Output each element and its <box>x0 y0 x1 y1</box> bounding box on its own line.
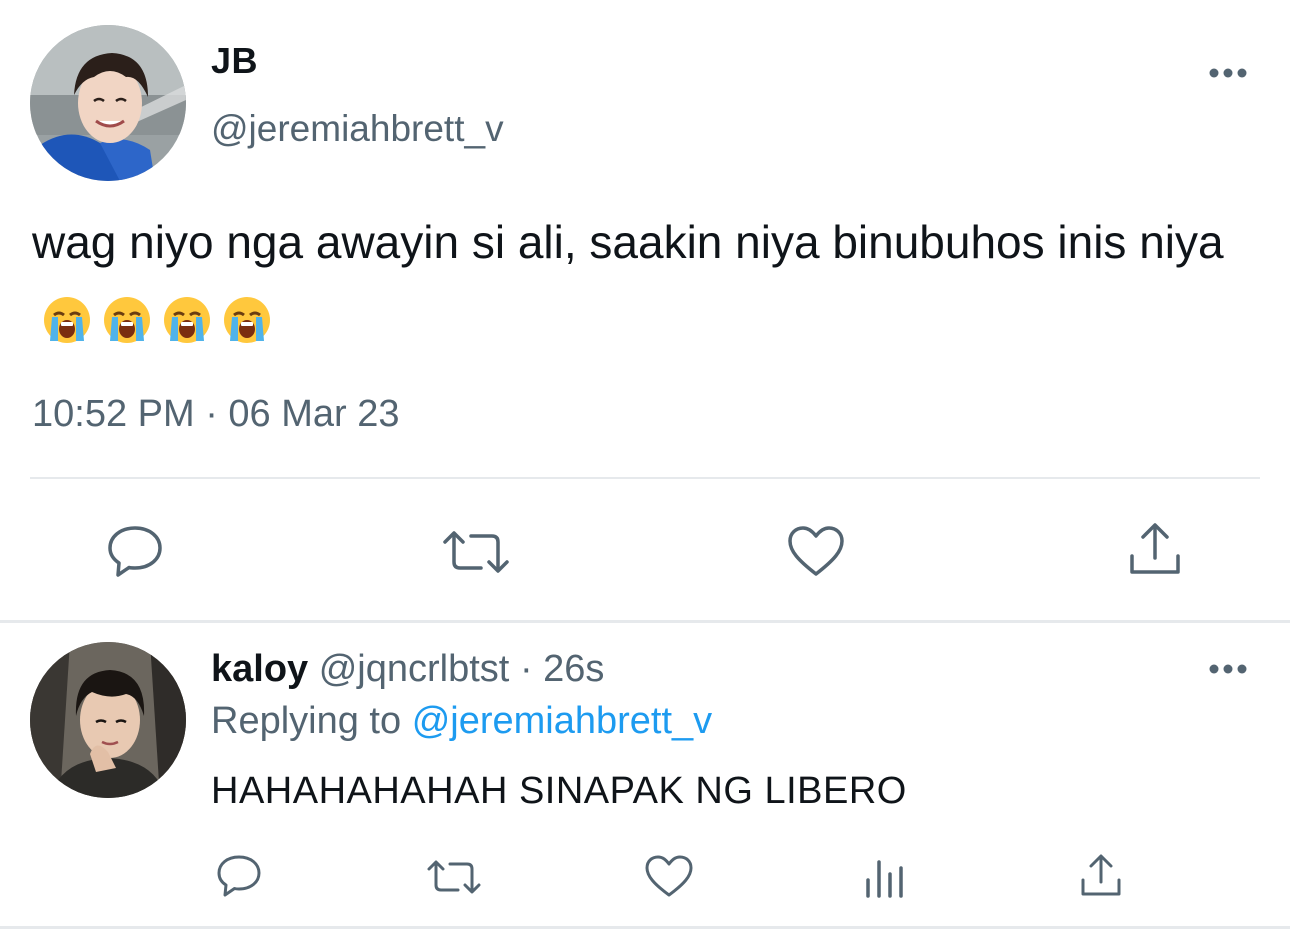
display-name[interactable]: JB <box>211 40 258 82</box>
share-icon[interactable] <box>1126 520 1184 578</box>
replying-to-label: Replying to <box>211 700 402 742</box>
tweet-text: wag niyo nga awayin si ali, saakin niya … <box>32 205 1277 357</box>
divider <box>0 620 1290 623</box>
avatar[interactable] <box>30 642 186 798</box>
display-name[interactable]: kaloy <box>211 648 308 690</box>
loudly-crying-face-emoji <box>104 296 150 343</box>
user-handle[interactable]: @jeremiahbrett_v <box>211 108 504 150</box>
reply-tweet[interactable]: kaloy @jqncrlbtst · 26s Replying to @jer… <box>0 624 1290 930</box>
reply-icon[interactable] <box>106 524 164 578</box>
user-handle[interactable]: @jqncrlbtst <box>319 648 510 690</box>
replying-to-handle-link[interactable]: @jeremiahbrett_v <box>412 700 712 742</box>
replying-to: Replying to @jeremiahbrett_v <box>211 700 712 743</box>
time-ago[interactable]: 26s <box>543 648 604 690</box>
like-icon[interactable] <box>644 854 694 898</box>
loudly-crying-face-emoji <box>164 296 210 343</box>
analytics-icon[interactable] <box>864 858 906 898</box>
loudly-crying-face-emoji <box>224 296 270 343</box>
more-options-icon[interactable] <box>1208 66 1248 80</box>
reply-header: kaloy @jqncrlbtst · 26s <box>211 648 604 691</box>
retweet-icon[interactable] <box>441 528 511 576</box>
more-options-icon[interactable] <box>1208 662 1248 676</box>
main-tweet: JB @jeremiahbrett_v wag niyo nga awayin … <box>0 0 1290 623</box>
tweet-timestamp[interactable]: 10:52 PM · 06 Mar 23 <box>32 393 400 436</box>
avatar[interactable] <box>30 25 186 181</box>
loudly-crying-face-emoji <box>44 296 90 343</box>
tweet-body: wag niyo nga awayin si ali, saakin niya … <box>32 216 1224 268</box>
divider <box>30 477 1260 479</box>
tweet-action-bar <box>0 520 1290 580</box>
like-icon[interactable] <box>786 524 846 578</box>
separator: · <box>519 648 533 690</box>
retweet-icon[interactable] <box>426 858 482 896</box>
divider <box>0 926 1290 929</box>
emoji-group <box>42 279 282 353</box>
reply-body: HAHAHAHAHAH SINAPAK NG LIBERO <box>211 770 907 812</box>
share-icon[interactable] <box>1078 852 1124 898</box>
reply-icon[interactable] <box>216 854 262 898</box>
reply-action-bar <box>0 852 1290 902</box>
